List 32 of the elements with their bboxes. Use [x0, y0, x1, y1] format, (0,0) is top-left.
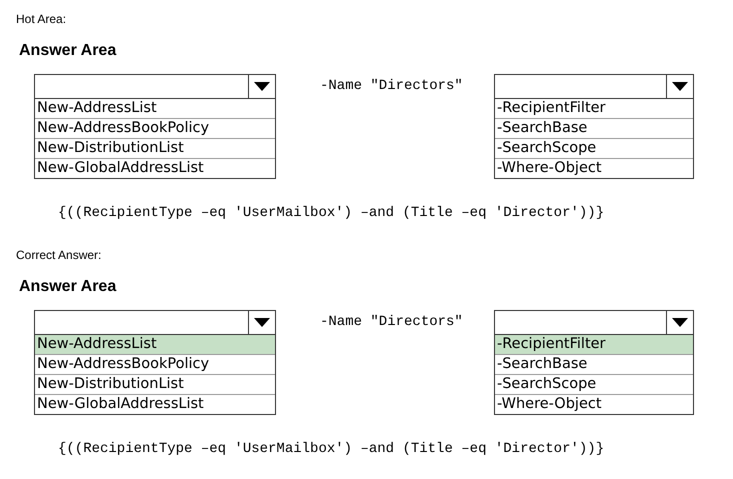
dropdown-option[interactable]: New-AddressList	[35, 335, 275, 355]
dropdown-option[interactable]: New-AddressList	[35, 99, 275, 119]
section-label: Correct Answer:	[16, 248, 102, 262]
dropdown-option[interactable]: -RecipientFilter	[495, 99, 693, 119]
answer-area-heading: Answer Area	[19, 278, 116, 296]
dropdown-option[interactable]: New-GlobalAddressList	[35, 159, 275, 178]
dropdown-option[interactable]: -SearchBase	[495, 119, 693, 139]
dropdown-arrow-icon	[672, 82, 688, 91]
dropdown-option[interactable]: New-AddressBookPolicy	[35, 119, 275, 139]
dropdown-list[interactable]: -RecipientFilter -SearchBase -SearchScope -Where-Object	[494, 74, 694, 179]
dropdown-list[interactable]: -RecipientFilter -SearchBase -SearchScope -Where-Object	[494, 310, 694, 415]
section-label: Hot Area:	[16, 12, 66, 26]
dropdown-option[interactable]: New-DistributionList	[35, 139, 275, 159]
dropdown-option[interactable]: New-DistributionList	[35, 375, 275, 395]
dropdown-option[interactable]: -SearchScope	[495, 375, 693, 395]
dropdown-arrow-icon	[254, 318, 270, 327]
answer-area-heading: Answer Area	[19, 42, 116, 60]
command-text: -Name "Directors"	[320, 78, 464, 94]
dropdown-option[interactable]: -RecipientFilter	[495, 335, 693, 355]
dropdown-option[interactable]: New-AddressBookPolicy	[35, 355, 275, 375]
dropdown-option[interactable]: -SearchBase	[495, 355, 693, 375]
command-text: -Name "Directors"	[320, 314, 464, 330]
dropdown-option[interactable]: -Where-Object	[495, 395, 693, 414]
dropdown-list[interactable]: New-AddressList New-AddressBookPolicy New-DistributionList New-GlobalAddressList	[34, 310, 276, 415]
dropdown-option[interactable]: -SearchScope	[495, 139, 693, 159]
dropdown-arrow-icon	[672, 318, 688, 327]
dropdown-arrow-icon	[254, 82, 270, 91]
filter-code-text: {((RecipientType –eq 'UserMailbox') –and (Title –eq 'Director'))}	[58, 205, 604, 221]
dropdown-option[interactable]: New-GlobalAddressList	[35, 395, 275, 414]
filter-code-text: {((RecipientType –eq 'UserMailbox') –and (Title –eq 'Director'))}	[58, 441, 604, 457]
dropdown-option[interactable]: -Where-Object	[495, 159, 693, 178]
dropdown-list[interactable]: New-AddressList New-AddressBookPolicy New-DistributionList New-GlobalAddressList	[34, 74, 276, 179]
